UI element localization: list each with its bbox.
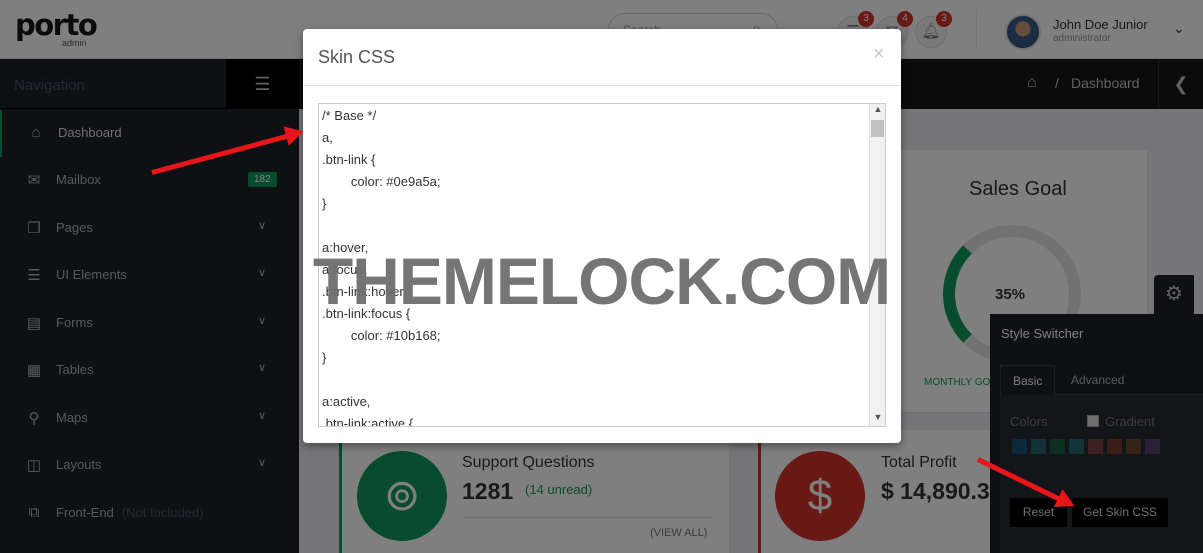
close-icon[interactable]: × [873,43,885,66]
modal-header: Skin CSS × [303,29,901,86]
code-line: } [322,350,327,365]
scroll-down-icon[interactable]: ▼ [870,412,885,426]
code-line: } [322,196,327,211]
code-line: /* Base */ [322,108,377,123]
watermark: THEMELOCK.COM [312,244,891,318]
skin-css-modal: Skin CSS × /* Base */ a, .btn-link { color… [303,29,901,443]
scroll-up-icon[interactable]: ▲ [870,104,885,118]
code-line: color: #0e9a5a; [322,174,441,189]
modal-title: Skin CSS [318,47,396,67]
code-line: .btn-link:active { [322,416,414,427]
scroll-thumb[interactable] [871,120,884,137]
code-line: .btn-link { [322,152,376,167]
code-line: a, [322,130,333,145]
code-line: color: #10b168; [322,328,441,343]
code-line: a:active, [322,394,371,409]
